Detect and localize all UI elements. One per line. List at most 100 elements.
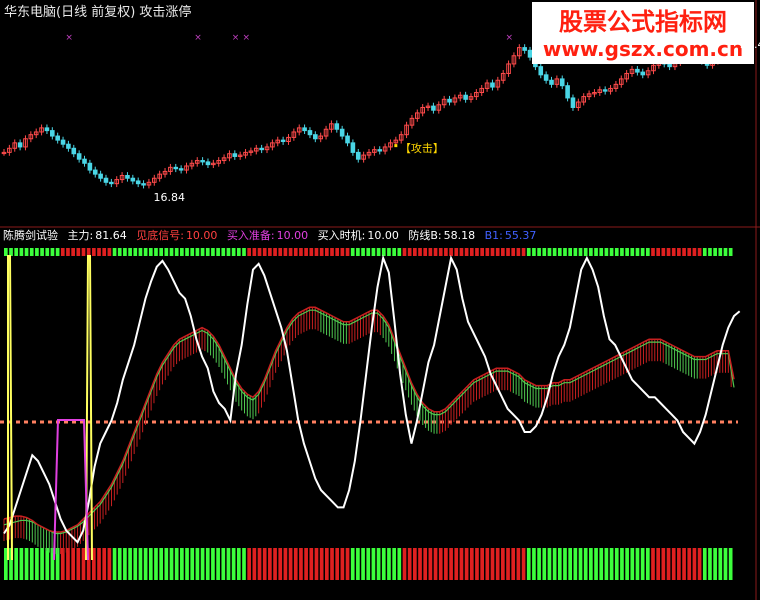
bottom-signal-bar <box>35 548 39 580</box>
top-signal-bar <box>516 248 521 256</box>
candle-body <box>538 66 544 76</box>
bottom-signal-bar <box>656 548 661 580</box>
bottom-signal-bar <box>268 548 272 580</box>
item-buy-timing-label: 买入时机: <box>318 228 366 242</box>
top-signal-bar <box>169 248 174 256</box>
top-signal-bar <box>81 248 86 256</box>
bottom-signal-bar <box>454 548 459 580</box>
bottom-signal-bar <box>464 548 469 580</box>
bottom-signal-bar <box>345 548 350 580</box>
top-signal-bar <box>661 248 666 256</box>
bottom-signal-bar <box>200 548 205 580</box>
top-signal-bar <box>459 248 464 256</box>
item-buy-prep-label: 买入准备: <box>227 228 275 242</box>
top-signal-bar <box>542 248 547 256</box>
bottom-signal-bar <box>387 548 391 580</box>
candle-body <box>313 134 318 140</box>
top-signal-bar <box>350 248 355 256</box>
bottom-signal-bar <box>273 548 277 580</box>
attack-label-close: 】 <box>433 142 444 155</box>
candle-body <box>307 130 313 136</box>
item-defense-b-value: 58.18 <box>444 229 476 242</box>
top-signal-bar <box>376 248 381 256</box>
bottom-signal-bar <box>381 548 386 580</box>
top-signal-bar <box>29 248 34 256</box>
bottom-signal-bar <box>205 548 210 580</box>
top-signal-bar <box>19 248 24 256</box>
top-signal-bar <box>14 248 19 256</box>
item-bottom-signal-value: 10.00 <box>186 229 218 242</box>
bottom-signal-bar <box>299 548 303 580</box>
top-signal-bar <box>568 248 573 256</box>
candle-body <box>565 85 570 99</box>
candle-body <box>334 123 340 130</box>
bottom-signal-bar <box>169 548 174 580</box>
top-signal-bar <box>589 248 593 256</box>
candle-body <box>125 175 130 179</box>
bottom-signal-bar <box>620 548 624 580</box>
bottom-signal-bar <box>143 548 148 580</box>
bottom-signal-bar <box>211 548 215 580</box>
signal-marker: × <box>243 33 251 43</box>
bottom-signal-bar <box>594 548 598 580</box>
attack-label-text: 【攻击 <box>400 141 433 155</box>
top-signal-bar <box>324 248 329 256</box>
watermark: 股票公式指标网 www.gszx.com.cn <box>532 2 754 64</box>
bottom-signal-bar <box>40 548 44 580</box>
signal-marker: × <box>65 33 73 43</box>
top-signal-bar <box>268 248 272 256</box>
top-signal-bar <box>552 248 557 256</box>
top-signal-bar <box>620 248 624 256</box>
bottom-signal-bar <box>304 548 308 580</box>
attack-label: 【攻击】 <box>400 141 444 155</box>
bottom-signal-bar <box>718 548 723 580</box>
top-signal-bar <box>340 248 345 256</box>
candle-body <box>55 135 60 141</box>
bottom-signal-bar <box>485 548 490 580</box>
chart-title: 华东电脑(日线 前复权) 攻击涨停 <box>4 4 191 20</box>
bottom-signal-bar <box>242 548 246 580</box>
top-signal-bar <box>221 248 226 256</box>
top-signal-bar <box>506 248 510 256</box>
top-signal-bar <box>449 248 453 256</box>
item-buy-prep-value: 10.00 <box>277 229 309 242</box>
top-signal-bar <box>677 248 681 256</box>
bottom-signal-bar <box>335 548 340 580</box>
candle-body <box>17 142 23 148</box>
candle-body <box>667 63 672 68</box>
bottom-signal-bar <box>226 548 231 580</box>
candle-body <box>302 127 307 132</box>
top-signal-bar <box>71 248 75 256</box>
top-signal-bar <box>24 248 29 256</box>
top-signal-bar <box>4 248 8 256</box>
top-signal-bar <box>60 248 65 256</box>
top-signal-bar <box>366 248 371 256</box>
candle-body <box>178 168 184 171</box>
top-signal-bar <box>345 248 350 256</box>
top-signal-bar <box>454 248 459 256</box>
bottom-signal-bar <box>340 548 345 580</box>
bottom-signal-bar <box>573 548 578 580</box>
candle-body <box>559 78 565 87</box>
top-signal-bar <box>501 248 505 256</box>
bottom-signal-bar <box>392 548 396 580</box>
bottom-signal-bar <box>14 548 19 580</box>
candle-body <box>200 160 205 163</box>
bottom-signal-bar <box>216 548 220 580</box>
top-signal-bar <box>381 248 386 256</box>
top-signal-bar <box>319 248 324 256</box>
candle-body <box>71 147 77 155</box>
bottom-signal-bar <box>563 548 567 580</box>
top-signal-bar <box>713 248 717 256</box>
candle-body <box>50 130 55 137</box>
bottom-signal-bar <box>148 548 153 580</box>
top-signal-bar <box>76 248 81 256</box>
bottom-signal-bar <box>459 548 464 580</box>
top-signal-bar <box>371 248 376 256</box>
candle-body <box>280 139 286 142</box>
top-signal-bar <box>609 248 614 256</box>
candle-body <box>87 162 93 171</box>
indicator-name: 陈腾剑试验 <box>3 228 58 242</box>
top-signal-bar <box>247 248 252 256</box>
bottom-signal-bar <box>278 548 283 580</box>
